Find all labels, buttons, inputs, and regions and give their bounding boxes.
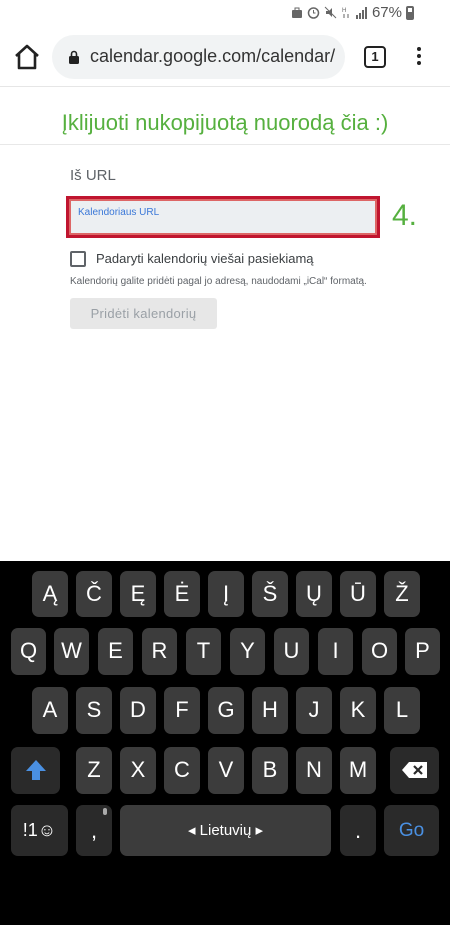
key[interactable]: Ą — [32, 571, 68, 617]
network-h-icon: H — [342, 8, 349, 18]
calendar-url-input[interactable]: Kalendoriaus URL — [66, 196, 380, 238]
key[interactable]: R — [142, 628, 177, 675]
key[interactable]: Ū — [340, 571, 376, 617]
key[interactable]: Į — [208, 571, 244, 617]
key[interactable]: O — [362, 628, 397, 675]
url-text: calendar.google.com/calendar/ — [90, 46, 336, 66]
key[interactable]: Z — [76, 747, 112, 794]
key[interactable]: M — [340, 747, 376, 794]
help-text: Kalendorių galite pridėti pagal jo adres… — [70, 276, 367, 287]
key[interactable]: W — [54, 628, 89, 675]
key[interactable]: D — [120, 687, 156, 734]
status-bar: H 67% — [0, 0, 450, 28]
key[interactable]: Q — [11, 628, 46, 675]
key[interactable]: Š — [252, 571, 288, 617]
instruction-banner: Įklijuoti nukopijuotą nuorodą čia :) — [0, 88, 450, 145]
public-checkbox[interactable] — [70, 251, 86, 267]
key[interactable]: A — [32, 687, 68, 734]
browser-toolbar: calendar.google.com/calendar/ 1 — [0, 28, 450, 87]
key[interactable]: F — [164, 687, 200, 734]
key[interactable]: Ę — [120, 571, 156, 617]
mic-icon — [103, 808, 107, 815]
key[interactable]: Y — [230, 628, 265, 675]
key[interactable]: Ų — [296, 571, 332, 617]
step-number: 4. — [392, 199, 418, 232]
alarm-icon — [307, 7, 320, 19]
key[interactable]: Č — [76, 571, 112, 617]
home-icon[interactable] — [12, 42, 42, 72]
status-icons: H 67% — [291, 4, 414, 21]
key[interactable]: X — [120, 747, 156, 794]
key[interactable]: G — [208, 687, 244, 734]
key[interactable]: S — [76, 687, 112, 734]
shift-key[interactable] — [11, 747, 60, 794]
lock-icon — [69, 50, 79, 64]
key[interactable]: U — [274, 628, 309, 675]
signal-icon — [355, 6, 367, 19]
public-checkbox-label[interactable]: Padaryti kalendorių viešai pasiekiamą — [96, 251, 314, 266]
key[interactable]: I — [318, 628, 353, 675]
tab-switcher-button[interactable]: 1 — [364, 46, 386, 68]
svg-text:H: H — [342, 8, 346, 14]
section-label: Iš URL — [70, 167, 116, 184]
shift-arrow-icon — [25, 760, 46, 780]
backspace-icon — [401, 762, 427, 778]
battery-icon — [406, 5, 414, 20]
key[interactable]: L — [384, 687, 420, 734]
add-calendar-button[interactable]: Pridėti kalendorių — [70, 298, 217, 329]
briefcase-icon — [291, 7, 302, 18]
key[interactable]: H — [252, 687, 288, 734]
address-bar[interactable]: calendar.google.com/calendar/ — [52, 35, 345, 79]
key[interactable]: E — [98, 628, 133, 675]
key[interactable]: V — [208, 747, 244, 794]
instruction-text: Įklijuoti nukopijuotą nuorodą čia :) — [61, 110, 389, 135]
space-key[interactable]: ◂ Lietuvių ▸ — [120, 805, 331, 856]
key[interactable]: B — [252, 747, 288, 794]
key[interactable]: P — [405, 628, 440, 675]
mute-icon — [324, 6, 337, 19]
space-language-label: Lietuvių — [199, 822, 252, 839]
key[interactable]: C — [164, 747, 200, 794]
key[interactable]: K — [340, 687, 376, 734]
symbols-key[interactable]: !1☺ — [11, 805, 68, 856]
url-placeholder: Kalendoriaus URL — [78, 207, 160, 218]
go-key[interactable]: Go — [384, 805, 439, 856]
key[interactable]: Ž — [384, 571, 420, 617]
more-menu-icon[interactable] — [410, 44, 428, 72]
comma-key[interactable]: , — [76, 805, 112, 856]
key[interactable]: Ė — [164, 571, 200, 617]
key[interactable]: N — [296, 747, 332, 794]
key[interactable]: J — [296, 687, 332, 734]
battery-percent: 67% — [371, 4, 402, 21]
period-key[interactable]: . — [340, 805, 376, 856]
backspace-key[interactable] — [390, 747, 439, 794]
on-screen-keyboard: Ą Č Ę Ė Į Š Ų Ū Ž Q W E R T Y U I O P A … — [0, 561, 450, 925]
key[interactable]: T — [186, 628, 221, 675]
